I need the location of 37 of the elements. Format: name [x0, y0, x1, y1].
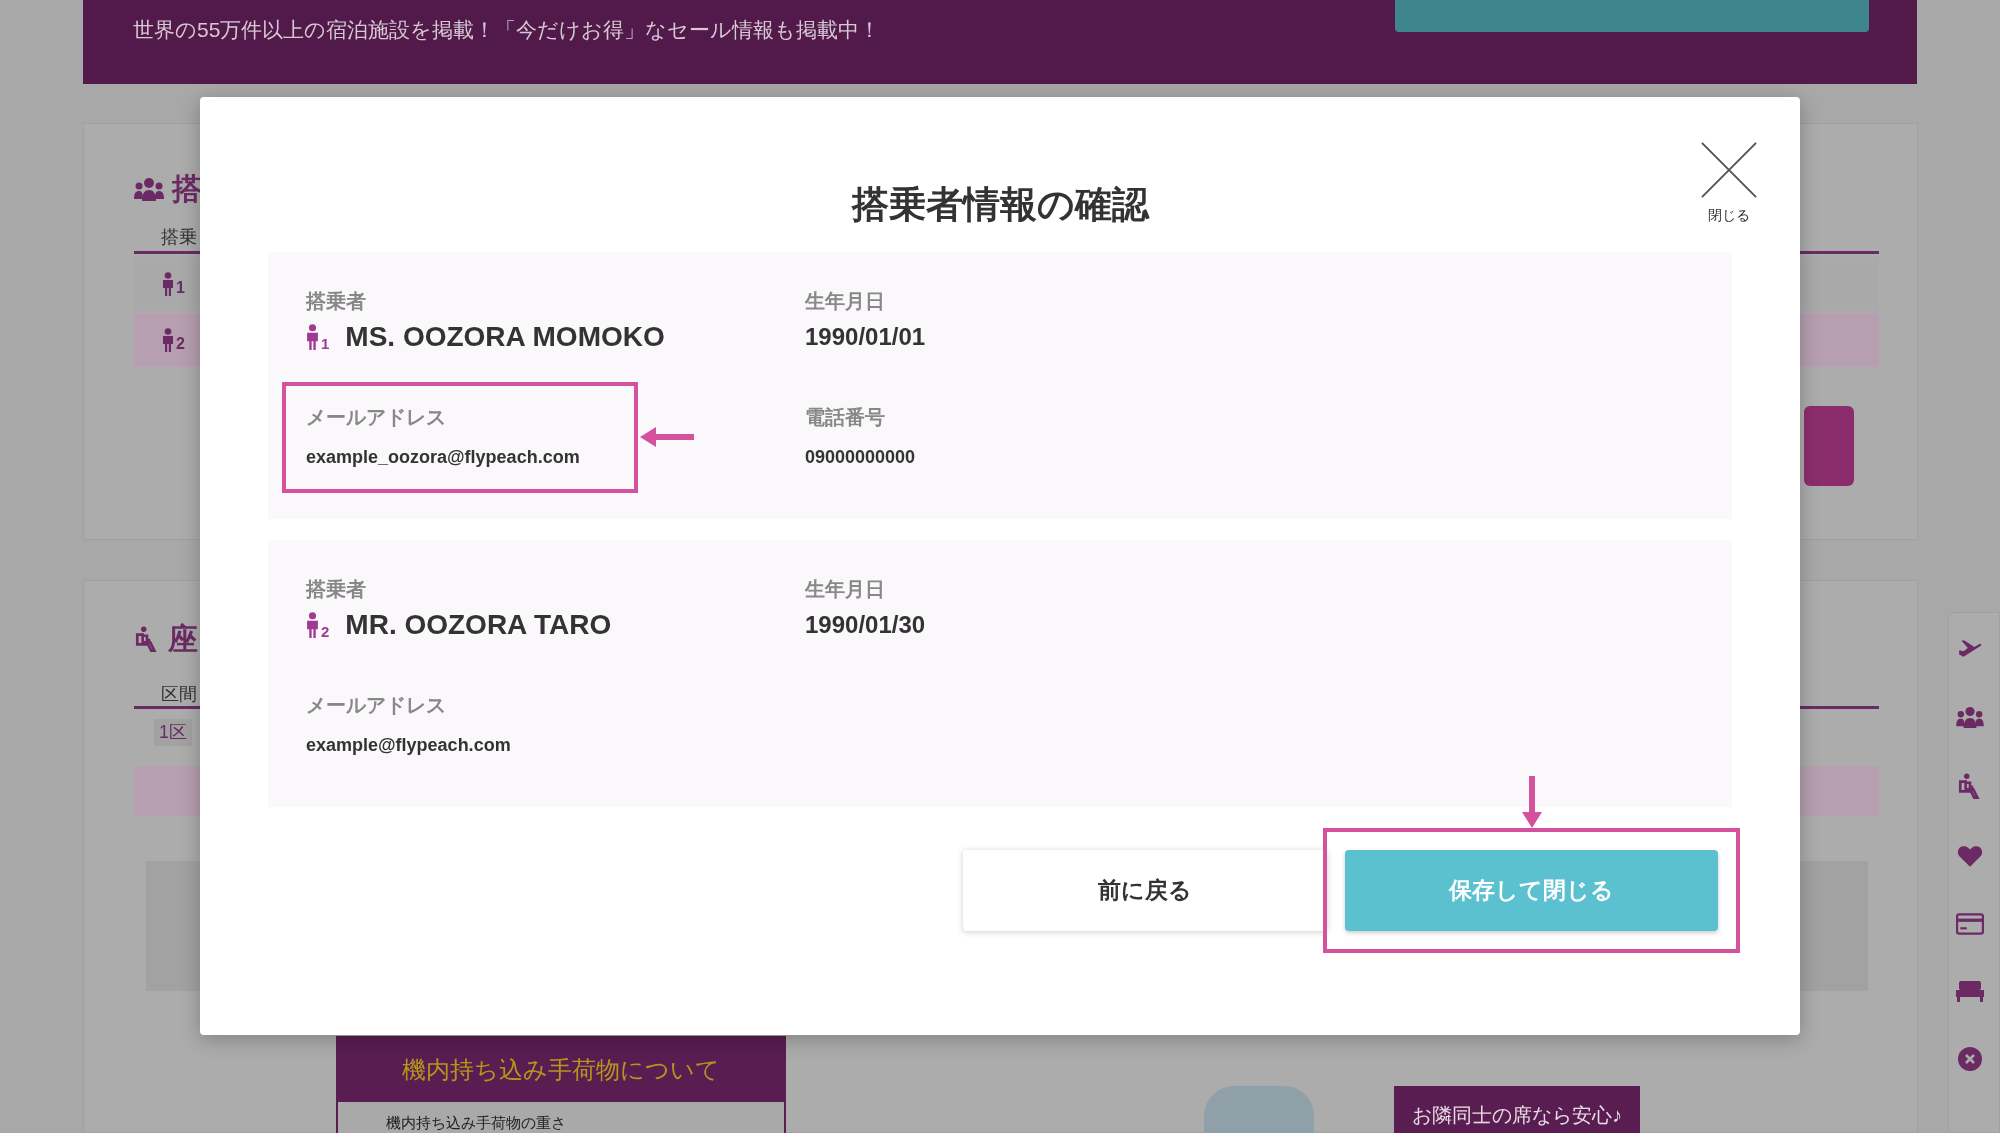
person-icon [162, 272, 174, 296]
arrow-icon [640, 425, 694, 449]
seat-promo: お隣同士の席なら安心♪ [1394, 1086, 1640, 1133]
birth-date: 1990/01/30 [805, 609, 926, 640]
passenger-number: 1 [176, 278, 185, 298]
field-label: メールアドレス [306, 692, 447, 718]
group-icon [134, 176, 164, 201]
section-heading: 搭 [172, 171, 202, 207]
field-label: メールアドレス [306, 404, 447, 430]
field-label: 生年月日 [805, 576, 886, 602]
field-label: 搭乗者 [306, 576, 367, 602]
card-icon[interactable] [1956, 913, 1984, 935]
section-heading: 座 [168, 621, 198, 657]
close-icon [1700, 141, 1758, 199]
passenger-number: 2 [176, 334, 185, 354]
bed-icon[interactable] [1956, 980, 1984, 1002]
heart-icon[interactable] [1957, 844, 1983, 868]
group-icon[interactable] [1956, 706, 1984, 728]
baggage-item: 機内持ち込み手荷物の重さ [385, 1113, 567, 1133]
column-header: 区間 [161, 683, 197, 706]
close-icon[interactable] [1958, 1047, 1982, 1071]
person-icon [162, 328, 174, 352]
banner-subtitle: 世界の55万件以上の宿泊施設を掲載！「今だけお得」なセール情報も掲載中！ [133, 17, 881, 43]
passenger-name: MS. OOZORA MOMOKO [345, 319, 665, 354]
birth-date: 1990/01/01 [805, 321, 926, 352]
close-button[interactable]: 閉じる [1700, 141, 1758, 226]
email-value: example_oozora@flypeach.com [306, 445, 581, 469]
segment-cell: 1区 [154, 719, 192, 746]
passenger-name: MR. OOZORA TARO [345, 607, 612, 642]
column-header: 搭乗 [161, 226, 197, 249]
field-label: 搭乗者 [306, 288, 367, 314]
dialog-title: 搭乗者情報の確認 [851, 183, 1149, 227]
baggage-title: 機内持ち込み手荷物について [338, 1038, 784, 1102]
field-label: 電話番号 [805, 404, 886, 430]
phone-value: 09000000000 [805, 445, 917, 469]
field-label: 生年月日 [805, 288, 886, 314]
email-value: example@flypeach.com [306, 733, 512, 757]
